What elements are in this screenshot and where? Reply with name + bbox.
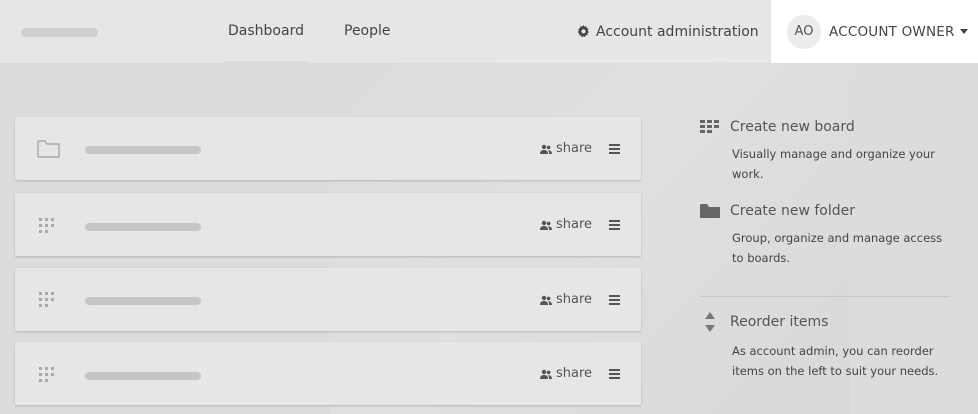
create-board-link[interactable]: Create new board [700,119,960,135]
create-board-title: Create new board [730,119,855,135]
create-board-description: Visually manage and organize your work. [732,147,935,181]
tab-dashboard[interactable]: Dashboard [224,0,308,63]
people-icon [540,220,552,230]
folder-card[interactable]: share [15,117,641,180]
board-grid-icon [39,292,54,307]
board-columns-icon [700,120,719,133]
share-label: share [556,217,593,232]
share-button[interactable]: share [540,141,592,156]
create-folder-description: Group, organize and manage access to boa… [732,231,943,265]
account-menu[interactable]: AO ACCOUNT OWNER [771,0,978,63]
share-button[interactable]: share [540,292,592,307]
hamburger-icon[interactable] [609,144,620,156]
account-name: ACCOUNT OWNER [829,23,955,40]
people-icon [540,144,552,154]
hamburger-icon[interactable] [609,369,620,381]
board-card[interactable]: share [15,342,641,405]
create-folder-title: Create new folder [730,203,855,219]
card-title-placeholder [85,146,201,154]
board-grid-icon [39,367,54,382]
hamburger-icon[interactable] [609,295,620,307]
reorder-section: Reorder items As account admin, you can … [700,312,960,381]
create-board-section: Create new board Visually manage and org… [700,119,960,184]
reorder-items-link[interactable]: Reorder items [700,312,960,332]
logo-placeholder[interactable] [21,28,98,37]
avatar: AO [787,14,821,49]
folder-icon [700,204,720,218]
folder-icon [37,140,60,158]
reorder-items-title: Reorder items [730,314,829,330]
reorder-items-description: As account admin, you can reorder items … [732,344,939,378]
card-title-placeholder [85,297,201,305]
people-icon [540,295,552,305]
account-administration-label: Account administration [596,23,759,40]
caret-down-icon [959,29,968,34]
card-title-placeholder [85,372,201,380]
tab-people[interactable]: People [344,0,391,63]
share-label: share [556,141,593,156]
create-folder-section: Create new folder Group, organize and ma… [700,203,960,268]
hamburger-icon[interactable] [609,220,620,232]
top-navigation-bar: Dashboard People Account administration … [0,0,978,63]
board-grid-icon [39,218,54,233]
create-folder-link[interactable]: Create new folder [700,203,960,219]
account-administration-link[interactable]: Account administration [577,0,759,63]
gear-icon [577,25,590,38]
sort-arrows-icon [705,312,715,332]
divider [700,296,950,297]
board-card[interactable]: share [15,193,641,256]
card-title-placeholder [85,223,201,231]
share-label: share [556,366,593,381]
board-card[interactable]: share [15,268,641,331]
share-button[interactable]: share [540,366,592,381]
share-button[interactable]: share [540,217,592,232]
people-icon [540,369,552,379]
share-label: share [556,292,593,307]
